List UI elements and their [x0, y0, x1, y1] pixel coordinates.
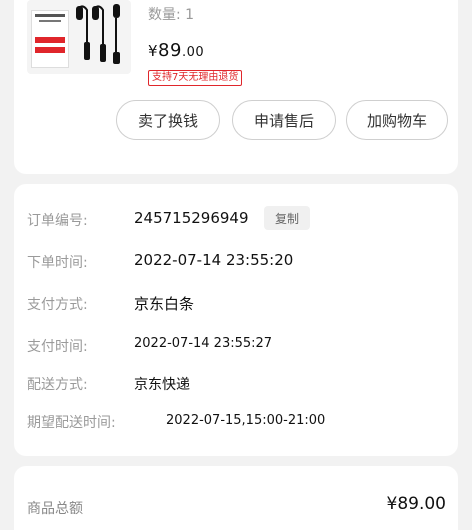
total-amount-value: ¥89.00	[386, 494, 446, 514]
pay-method-label: 支付方式:	[27, 297, 88, 313]
copy-button[interactable]: 复制	[264, 206, 310, 230]
price-currency: ¥	[148, 42, 159, 60]
product-price: ¥89.00	[148, 40, 204, 61]
expected-delivery-value: 2022-07-15,15:00-21:00	[166, 413, 326, 428]
quantity-text: 数量: 1	[148, 7, 195, 23]
pay-time-label: 支付时间:	[27, 339, 88, 355]
sell-button[interactable]: 卖了换钱	[116, 100, 220, 140]
total-amount-label: 商品总额	[27, 501, 83, 517]
earphones-icon	[76, 4, 120, 64]
delivery-method-label: 配送方式:	[27, 377, 88, 393]
product-image[interactable]	[27, 0, 131, 74]
pay-time-value: 2022-07-14 23:55:27	[134, 336, 273, 351]
price-decimal: .00	[181, 45, 205, 60]
pay-method-value: 京东白条	[134, 295, 195, 313]
order-time-value: 2022-07-14 23:55:20	[134, 251, 294, 269]
delivery-method-value: 京东快递	[134, 377, 190, 393]
product-box-image	[31, 10, 69, 68]
product-card: 数量: 1 ¥89.00 支持7天无理由退货 卖了换钱 申请售后 加购物车	[14, 0, 458, 174]
after-sales-button[interactable]: 申请售后	[232, 100, 336, 140]
price-integer: 89	[158, 40, 182, 61]
order-number-label: 订单编号:	[27, 213, 88, 229]
add-to-cart-button[interactable]: 加购物车	[346, 100, 448, 140]
return-policy-badge: 支持7天无理由退货	[148, 70, 243, 86]
order-info-card: 订单编号: 245715296949 复制 下单时间: 2022-07-14 2…	[14, 184, 458, 456]
order-summary-card: 商品总额 ¥89.00	[14, 466, 458, 530]
order-number-value: 245715296949	[134, 209, 249, 227]
expected-delivery-label: 期望配送时间:	[27, 415, 116, 431]
order-time-label: 下单时间:	[27, 255, 88, 271]
